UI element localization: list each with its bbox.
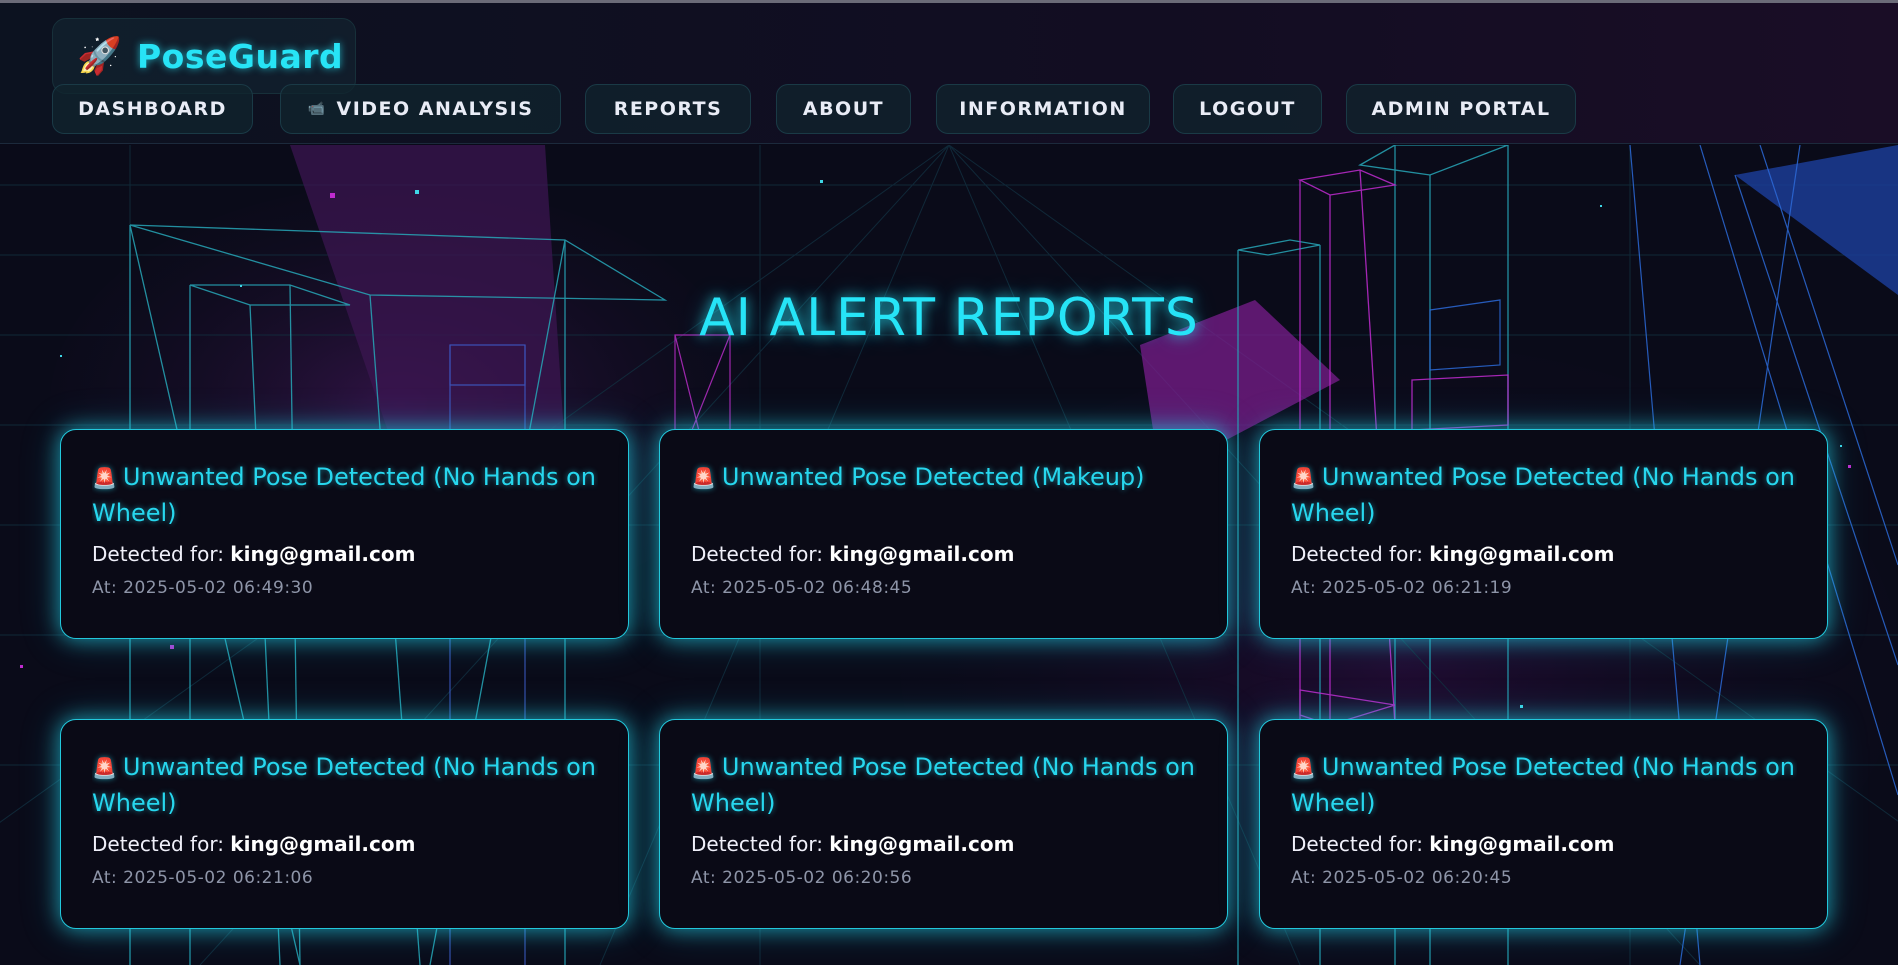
alert-email: king@gmail.com [230,832,416,856]
nav-label: ADMIN PORTAL [1371,98,1551,120]
alert-title: 🚨 Unwanted Pose Detected (No Hands on Whe… [691,753,1195,817]
brand-logo[interactable]: 🚀 PoseGuard [52,18,356,94]
nav-label: REPORTS [613,98,723,120]
alert-email: king@gmail.com [1429,542,1615,566]
alert-card[interactable]: 🚨 Unwanted Pose Detected (No Hands on Whe… [1259,429,1828,639]
alert-title: 🚨 Unwanted Pose Detected (No Hands on Whe… [92,463,596,527]
alert-detected-for: Detected for: king@gmail.com [92,832,416,856]
siren-icon: 🚨 [691,466,716,490]
brand-name: PoseGuard [137,36,344,76]
nav-label: INFORMATION [959,98,1127,120]
alert-card[interactable]: 🚨 Unwanted Pose Detected (No Hands on Whe… [60,719,629,929]
alert-email: king@gmail.com [829,542,1015,566]
alert-detected-for: Detected for: king@gmail.com [92,542,416,566]
alert-card[interactable]: 🚨 Unwanted Pose Detected (No Hands on Whe… [60,429,629,639]
nav-label: DASHBOARD [78,98,227,120]
alert-detected-for: Detected for: king@gmail.com [691,832,1015,856]
nav-information[interactable]: INFORMATION [936,84,1150,134]
page-title: AI ALERT REPORTS [699,288,1199,348]
nav-about[interactable]: ABOUT [776,84,911,134]
siren-icon: 🚨 [1291,466,1316,490]
alert-title: 🚨 Unwanted Pose Detected (Makeup) [691,463,1145,491]
siren-icon: 🚨 [1291,756,1316,780]
alert-timestamp: At: 2025-05-02 06:21:06 [92,868,314,888]
siren-icon: 🚨 [92,756,117,780]
alert-email: king@gmail.com [829,832,1015,856]
alert-timestamp: At: 2025-05-02 06:21:19 [1291,578,1513,598]
alert-detected-for: Detected for: king@gmail.com [691,542,1015,566]
alert-title: 🚨 Unwanted Pose Detected (No Hands on Whe… [92,753,596,817]
alert-detected-for: Detected for: king@gmail.com [1291,832,1615,856]
nav-label: VIDEO ANALYSIS [336,98,534,120]
video-camera-icon: 📹 [307,101,327,117]
alert-timestamp: At: 2025-05-02 06:20:56 [691,868,913,888]
alert-title: 🚨 Unwanted Pose Detected (No Hands on Whe… [1291,463,1795,527]
alert-card[interactable]: 🚨 Unwanted Pose Detected (Makeup) Detecte… [659,429,1228,639]
siren-icon: 🚨 [691,756,716,780]
alert-title: 🚨 Unwanted Pose Detected (No Hands on Whe… [1291,753,1795,817]
nav-label: LOGOUT [1199,98,1296,120]
alert-timestamp: At: 2025-05-02 06:49:30 [92,578,314,598]
alert-timestamp: At: 2025-05-02 06:20:45 [1291,868,1513,888]
alert-detected-for: Detected for: king@gmail.com [1291,542,1615,566]
nav-logout[interactable]: LOGOUT [1173,84,1322,134]
nav-video-analysis[interactable]: 📹 VIDEO ANALYSIS [280,84,561,134]
nav-admin-portal[interactable]: ADMIN PORTAL [1346,84,1576,134]
siren-icon: 🚨 [92,466,117,490]
alert-timestamp: At: 2025-05-02 06:48:45 [691,578,913,598]
alert-card[interactable]: 🚨 Unwanted Pose Detected (No Hands on Whe… [659,719,1228,929]
top-navigation-bar: 🚀 PoseGuard DASHBOARD 📹 VIDEO ANALYSIS R… [0,3,1898,144]
alert-email: king@gmail.com [1429,832,1615,856]
rocket-icon: 🚀 [77,36,122,77]
nav-dashboard[interactable]: DASHBOARD [52,84,253,134]
alert-email: king@gmail.com [230,542,416,566]
nav-label: ABOUT [802,98,885,120]
alert-card[interactable]: 🚨 Unwanted Pose Detected (No Hands on Whe… [1259,719,1828,929]
nav-reports[interactable]: REPORTS [585,84,751,134]
